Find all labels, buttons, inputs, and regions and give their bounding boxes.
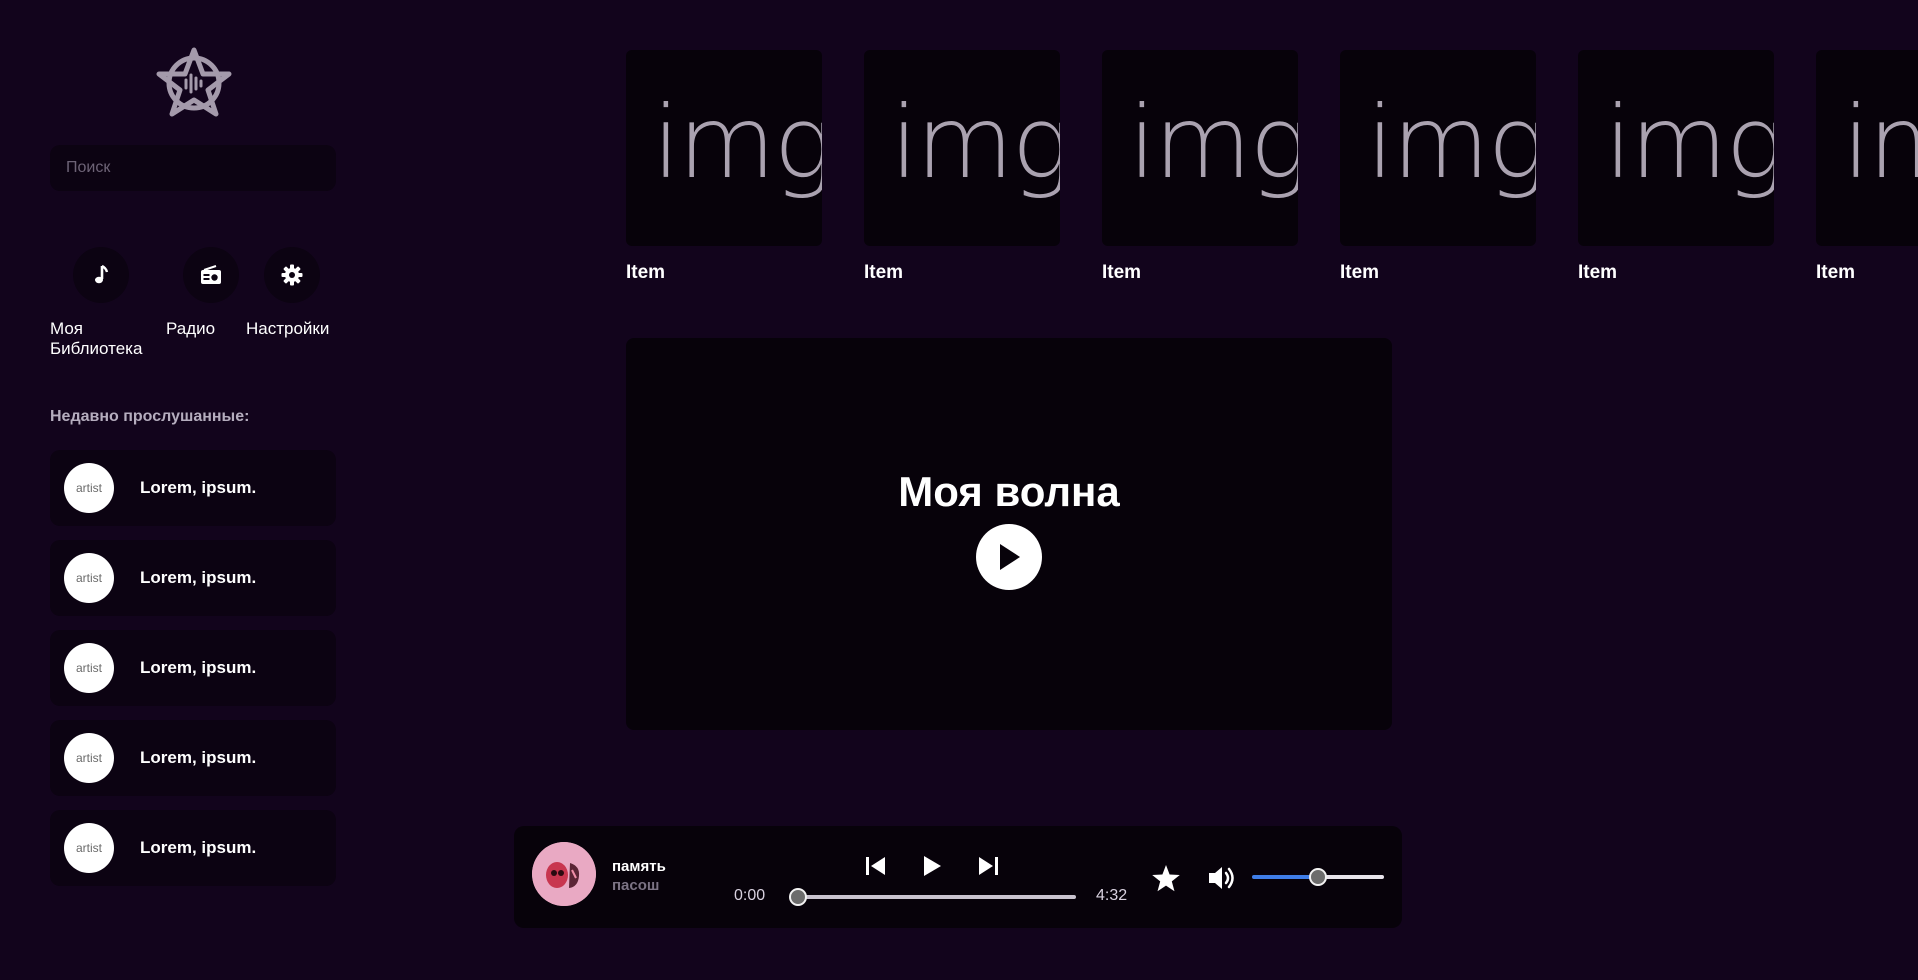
my-wave-title: Моя волна xyxy=(898,468,1120,515)
carousel-item[interactable]: img Item xyxy=(1340,50,1536,286)
carousel-item-label: Item xyxy=(1340,262,1380,283)
recent-item[interactable]: artist Lorem, ipsum. xyxy=(50,630,336,706)
nav-my-library[interactable]: Моя Библиотека xyxy=(50,247,154,358)
cover-image: img xyxy=(1816,50,1918,246)
cover-placeholder: img xyxy=(1366,83,1536,201)
volume-handle[interactable] xyxy=(1309,868,1327,886)
artist-avatar: artist xyxy=(64,823,114,873)
cover-image: img xyxy=(1340,50,1536,246)
nav-label-library: Моя Библиотека xyxy=(50,319,143,358)
gear-icon xyxy=(264,247,320,303)
recent-item[interactable]: artist Lorem, ipsum. xyxy=(50,720,336,796)
progress-handle[interactable] xyxy=(789,888,807,906)
recent-item-label: Lorem, ipsum. xyxy=(140,568,257,587)
carousel-item-label: Item xyxy=(1102,262,1142,283)
carousel-item-label: Item xyxy=(626,262,666,283)
recent-item-label: Lorem, ipsum. xyxy=(140,838,257,857)
skip-forward-icon xyxy=(979,857,998,875)
nav-label-settings: Настройки xyxy=(246,319,330,338)
carousel-item[interactable]: img Item xyxy=(1816,50,1918,286)
volume-icon xyxy=(1209,867,1234,889)
cover-placeholder: img xyxy=(1842,83,1918,201)
recent-section-title: Недавно прослушанные: xyxy=(50,408,250,425)
search-input[interactable] xyxy=(50,145,336,191)
carousel-item-label: Item xyxy=(864,262,904,283)
recent-item-label: Lorem, ipsum. xyxy=(140,478,257,497)
recent-item[interactable]: artist Lorem, ipsum. xyxy=(50,450,336,526)
artist-avatar: artist xyxy=(64,463,114,513)
cover-placeholder: img xyxy=(890,83,1060,201)
cover-image: img xyxy=(1578,50,1774,246)
recent-item[interactable]: artist Lorem, ipsum. xyxy=(50,540,336,616)
recent-item-label: Lorem, ipsum. xyxy=(140,658,257,677)
previous-track-button[interactable] xyxy=(862,852,890,880)
carousel-item-label: Item xyxy=(1816,262,1856,283)
play-pause-button[interactable] xyxy=(918,852,946,880)
next-track-button[interactable] xyxy=(974,852,1002,880)
nav-settings[interactable]: Настройки xyxy=(246,247,350,357)
play-icon xyxy=(1000,544,1020,570)
track-artist: пасош xyxy=(612,877,660,894)
star-icon xyxy=(1152,864,1180,891)
recent-item[interactable]: artist Lorem, ipsum. xyxy=(50,810,336,886)
cover-placeholder: img xyxy=(1128,83,1298,201)
current-time: 0:00 xyxy=(734,887,766,904)
player-bar: память пасош 0:00 4:32 xyxy=(514,826,1402,928)
play-icon xyxy=(924,856,941,876)
carousel-item[interactable]: img Item xyxy=(1578,50,1774,286)
cover-placeholder: img xyxy=(1604,83,1774,201)
cover-image: img xyxy=(1102,50,1298,246)
track-title: память xyxy=(612,858,666,875)
artist-avatar: artist xyxy=(64,733,114,783)
carousel-item[interactable]: img Item xyxy=(1102,50,1298,286)
carousel-item[interactable]: img Item xyxy=(864,50,1060,286)
cover-placeholder: img xyxy=(652,83,822,201)
cover-image: img xyxy=(864,50,1060,246)
carousel-item-label: Item xyxy=(1578,262,1618,283)
recent-item-label: Lorem, ipsum. xyxy=(140,748,257,767)
skip-back-icon xyxy=(866,857,885,875)
cover-image: img xyxy=(626,50,822,246)
favorite-button[interactable] xyxy=(1150,862,1182,894)
duration: 4:32 xyxy=(1096,887,1128,904)
volume-button[interactable] xyxy=(1206,862,1238,894)
my-wave-card[interactable]: Моя волна xyxy=(626,338,1392,730)
nav-label-radio: Радио xyxy=(166,319,216,338)
music-note-icon xyxy=(73,247,129,303)
artist-avatar: artist xyxy=(64,553,114,603)
radio-icon xyxy=(183,247,239,303)
app-logo xyxy=(156,46,232,118)
track-cover[interactable] xyxy=(532,842,596,906)
progress-bar[interactable] xyxy=(798,895,1076,899)
artist-avatar: artist xyxy=(64,643,114,693)
carousel-item[interactable]: img Item xyxy=(626,50,822,286)
my-wave-play-button[interactable] xyxy=(976,524,1042,590)
